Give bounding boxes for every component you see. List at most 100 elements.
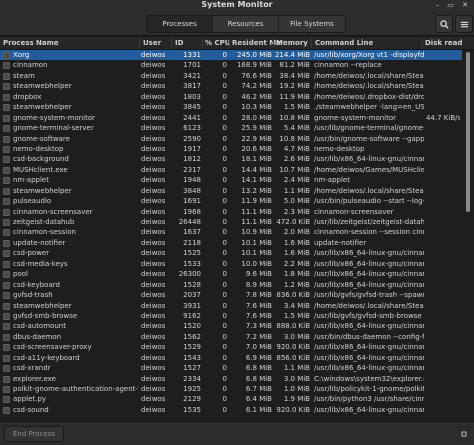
column-separator[interactable] (422, 39, 423, 48)
table-row[interactable]: csd-automount deiwos 1520 0 7.3 MiB 888.0 KiB… (0, 321, 462, 331)
column-header-name[interactable]: Process Name (3, 37, 59, 50)
process-cpu: 0 (222, 134, 227, 143)
end-process-button[interactable]: End Process (4, 426, 64, 442)
table-row[interactable]: gvfsd-trash deiwos 2037 0 7.8 MiB 836.0 KiB/u… (0, 290, 462, 300)
process-id: 1543 (183, 353, 201, 362)
table-row[interactable]: pulseaudio deiwos 1691 0 11.9 MiB 5.0 MiB/usr… (0, 196, 462, 206)
process-command-line: /usr/lib/x86_64-linux-gnu/cinnamon (314, 405, 424, 414)
process-user: deiwos (141, 311, 166, 320)
table-row[interactable]: csd-background deiwos 1812 0 18.1 MiB 2.6 MiB… (0, 154, 462, 164)
tab-resources[interactable]: Resources (213, 16, 279, 32)
process-user: deiwos (141, 165, 166, 174)
process-id: 2441 (183, 113, 201, 122)
process-cpu: 0 (222, 92, 227, 101)
column-separator[interactable] (139, 39, 140, 48)
column-separator[interactable] (202, 39, 203, 48)
menu-button[interactable] (455, 15, 473, 33)
search-button[interactable] (435, 15, 453, 33)
table-row[interactable]: cinnamon deiwos 1701 0 168.9 MiB 81.2 MiB cinn… (0, 60, 462, 70)
process-cpu: 0 (222, 280, 227, 289)
table-row[interactable]: polkit-gnome-authentication-agent-1 deiwo… (0, 384, 462, 394)
table-row[interactable]: steamwebhelper deiwos 3848 0 13.2 MiB 1.1 MiB… (0, 186, 462, 196)
column-header-command-line[interactable]: Command Line (315, 37, 373, 50)
table-row[interactable]: csd-screensaver-proxy deiwos 1529 0 7.0 MiB 9… (0, 342, 462, 352)
table-row[interactable]: gnome-software deiwos 2590 0 22.9 MiB 10.8 Mi… (0, 134, 462, 144)
process-name: csd-xrandr (13, 364, 51, 373)
column-header-user[interactable]: User (143, 37, 161, 50)
process-id: 3848 (183, 186, 201, 195)
column-header-disk-read[interactable]: Disk read (425, 37, 462, 50)
table-row[interactable]: applet.py deiwos 2129 0 6.4 MiB 1.9 MiB/usr/b… (0, 394, 462, 404)
process-resident-memory: 7.3 MiB (245, 322, 272, 331)
tab-processes[interactable]: Processes (147, 16, 213, 32)
process-memory: 1.1 MiB (283, 364, 310, 373)
scrollbar-thumb[interactable] (466, 52, 470, 212)
process-name: csd-screensaver-proxy (13, 343, 92, 352)
column-separator[interactable] (229, 39, 230, 48)
process-user: deiwos (141, 405, 166, 414)
process-icon (3, 104, 10, 112)
window-controls[interactable]: – ▭ ✕ (436, 1, 471, 9)
process-user: deiwos (141, 197, 166, 206)
table-row[interactable]: dropbox deiwos 1803 0 46.2 MiB 11.9 MiB/home/… (0, 92, 462, 102)
process-command-line: cinnamon --replace (314, 61, 382, 70)
process-name: csd-keyboard (13, 280, 60, 289)
table-row[interactable]: csd-xrandr deiwos 1527 0 6.8 MiB 1.1 MiB/usr/… (0, 363, 462, 373)
process-memory: 10.7 MiB (279, 165, 310, 174)
table-row[interactable]: steamwebhelper deiwos 3931 0 7.6 MiB 3.4 MiB /… (0, 301, 462, 311)
process-icon (3, 302, 10, 310)
column-header-memory[interactable]: Memory (276, 37, 308, 50)
process-name: Xorg (13, 51, 30, 59)
table-row[interactable]: cinnamon-screensaver deiwos 1968 0 11.1 MiB 2… (0, 207, 462, 217)
table-row[interactable]: steamwebhelper deiwos 3817 0 74.2 MiB 19.2 Mi… (0, 81, 462, 91)
process-id: 3931 (183, 301, 201, 310)
table-row[interactable]: csd-power deiwos 1525 0 10.1 MiB 1.6 MiB/usr/… (0, 248, 462, 258)
table-row[interactable]: update-notifier deiwos 2118 0 10.1 MiB 1.6 Mi… (0, 238, 462, 248)
column-header-cpu[interactable]: % CPU (205, 37, 230, 50)
process-command-line: /usr/lib/gvfs/gvfsd-smb-browse --s (314, 311, 424, 320)
vertical-scrollbar[interactable] (464, 50, 472, 421)
table-row[interactable]: csd-keyboard deiwos 1528 0 8.9 MiB 1.2 MiB/us… (0, 280, 462, 290)
process-id: 1527 (183, 364, 201, 373)
column-separator[interactable] (171, 39, 172, 48)
table-row[interactable]: nemo-desktop deiwos 1917 0 20.6 MiB 4.7 MiB ne… (0, 144, 462, 154)
column-header-id[interactable]: ID (175, 37, 183, 50)
process-id: 1520 (183, 322, 201, 331)
table-row[interactable]: cinnamon-session deiwos 1637 0 10.9 MiB 2.0 M… (0, 227, 462, 237)
table-row[interactable]: explorer.exe deiwos 2334 0 6.8 MiB 3.0 MiB C:\… (0, 374, 462, 384)
process-memory: 2.2 MiB (283, 259, 310, 268)
column-separator[interactable] (273, 39, 274, 48)
process-name: csd-power (13, 249, 50, 258)
table-row[interactable]: gnome-terminal-server deiwos 6123 0 25.9 MiB… (0, 123, 462, 133)
process-user: deiwos (141, 291, 166, 300)
process-memory: 1.5 MiB (283, 311, 310, 320)
table-row[interactable]: csd-media-keys deiwos 1533 0 10.0 MiB 2.2 MiB… (0, 259, 462, 269)
process-cpu: 0 (222, 311, 227, 320)
process-memory: 81.2 MiB (279, 61, 310, 70)
table-row[interactable]: pool deiwos 26300 0 9.6 MiB 1.8 MiB/usr/lib/x… (0, 269, 462, 279)
process-cpu: 0 (222, 238, 227, 247)
process-cpu: 0 (222, 165, 227, 174)
table-row[interactable]: steamwebhelper deiwos 3845 0 10.3 MiB 1.5 MiB… (0, 102, 462, 112)
process-memory: 920.0 KiB (276, 405, 310, 414)
table-row[interactable]: csd-sound deiwos 1535 0 6.1 MiB 920.0 KiB/usr… (0, 405, 462, 415)
table-row[interactable]: steam deiwos 3421 0 76.6 MiB 38.4 MiB/home/de… (0, 71, 462, 81)
table-row[interactable]: MUSHclient.exe deiwos 2317 0 14.4 MiB 10.7 Mi… (0, 165, 462, 175)
process-memory: 920.0 KiB (276, 343, 310, 352)
table-row[interactable]: nm-applet deiwos 1948 0 14.1 MiB 2.4 MiB nm-ap… (0, 175, 462, 185)
process-name: cinnamon (13, 61, 48, 70)
resize-grip[interactable] (457, 426, 471, 442)
table-row[interactable]: csd-a11y-keyboard deiwos 1543 0 6.9 MiB 856.0… (0, 353, 462, 363)
process-id: 1968 (183, 207, 201, 216)
process-memory: 472.0 KiB (276, 218, 310, 226)
column-separator[interactable] (311, 39, 312, 48)
tab-file-systems[interactable]: File Systems (279, 16, 345, 32)
process-cpu: 0 (222, 395, 227, 404)
table-row[interactable]: zeitgeist-datahub deiwos 26448 0 11.1 MiB 472… (0, 217, 462, 227)
table-row[interactable]: gnome-system-monitor deiwos 2441 0 28.0 MiB 1… (0, 113, 462, 123)
table-row[interactable]: gvfsd-smb-browse deiwos 9162 0 7.6 MiB 1.5 Mi… (0, 311, 462, 321)
process-memory: 1.5 MiB (283, 103, 310, 112)
table-row[interactable]: dbus-daemon deiwos 1562 0 7.2 MiB 3.0 MiB/usr… (0, 332, 462, 342)
table-row[interactable]: Xorg deiwos 1331 0 245.0 MiB 214.4 MiB/usr/li… (0, 50, 462, 61)
process-icon (3, 208, 10, 216)
